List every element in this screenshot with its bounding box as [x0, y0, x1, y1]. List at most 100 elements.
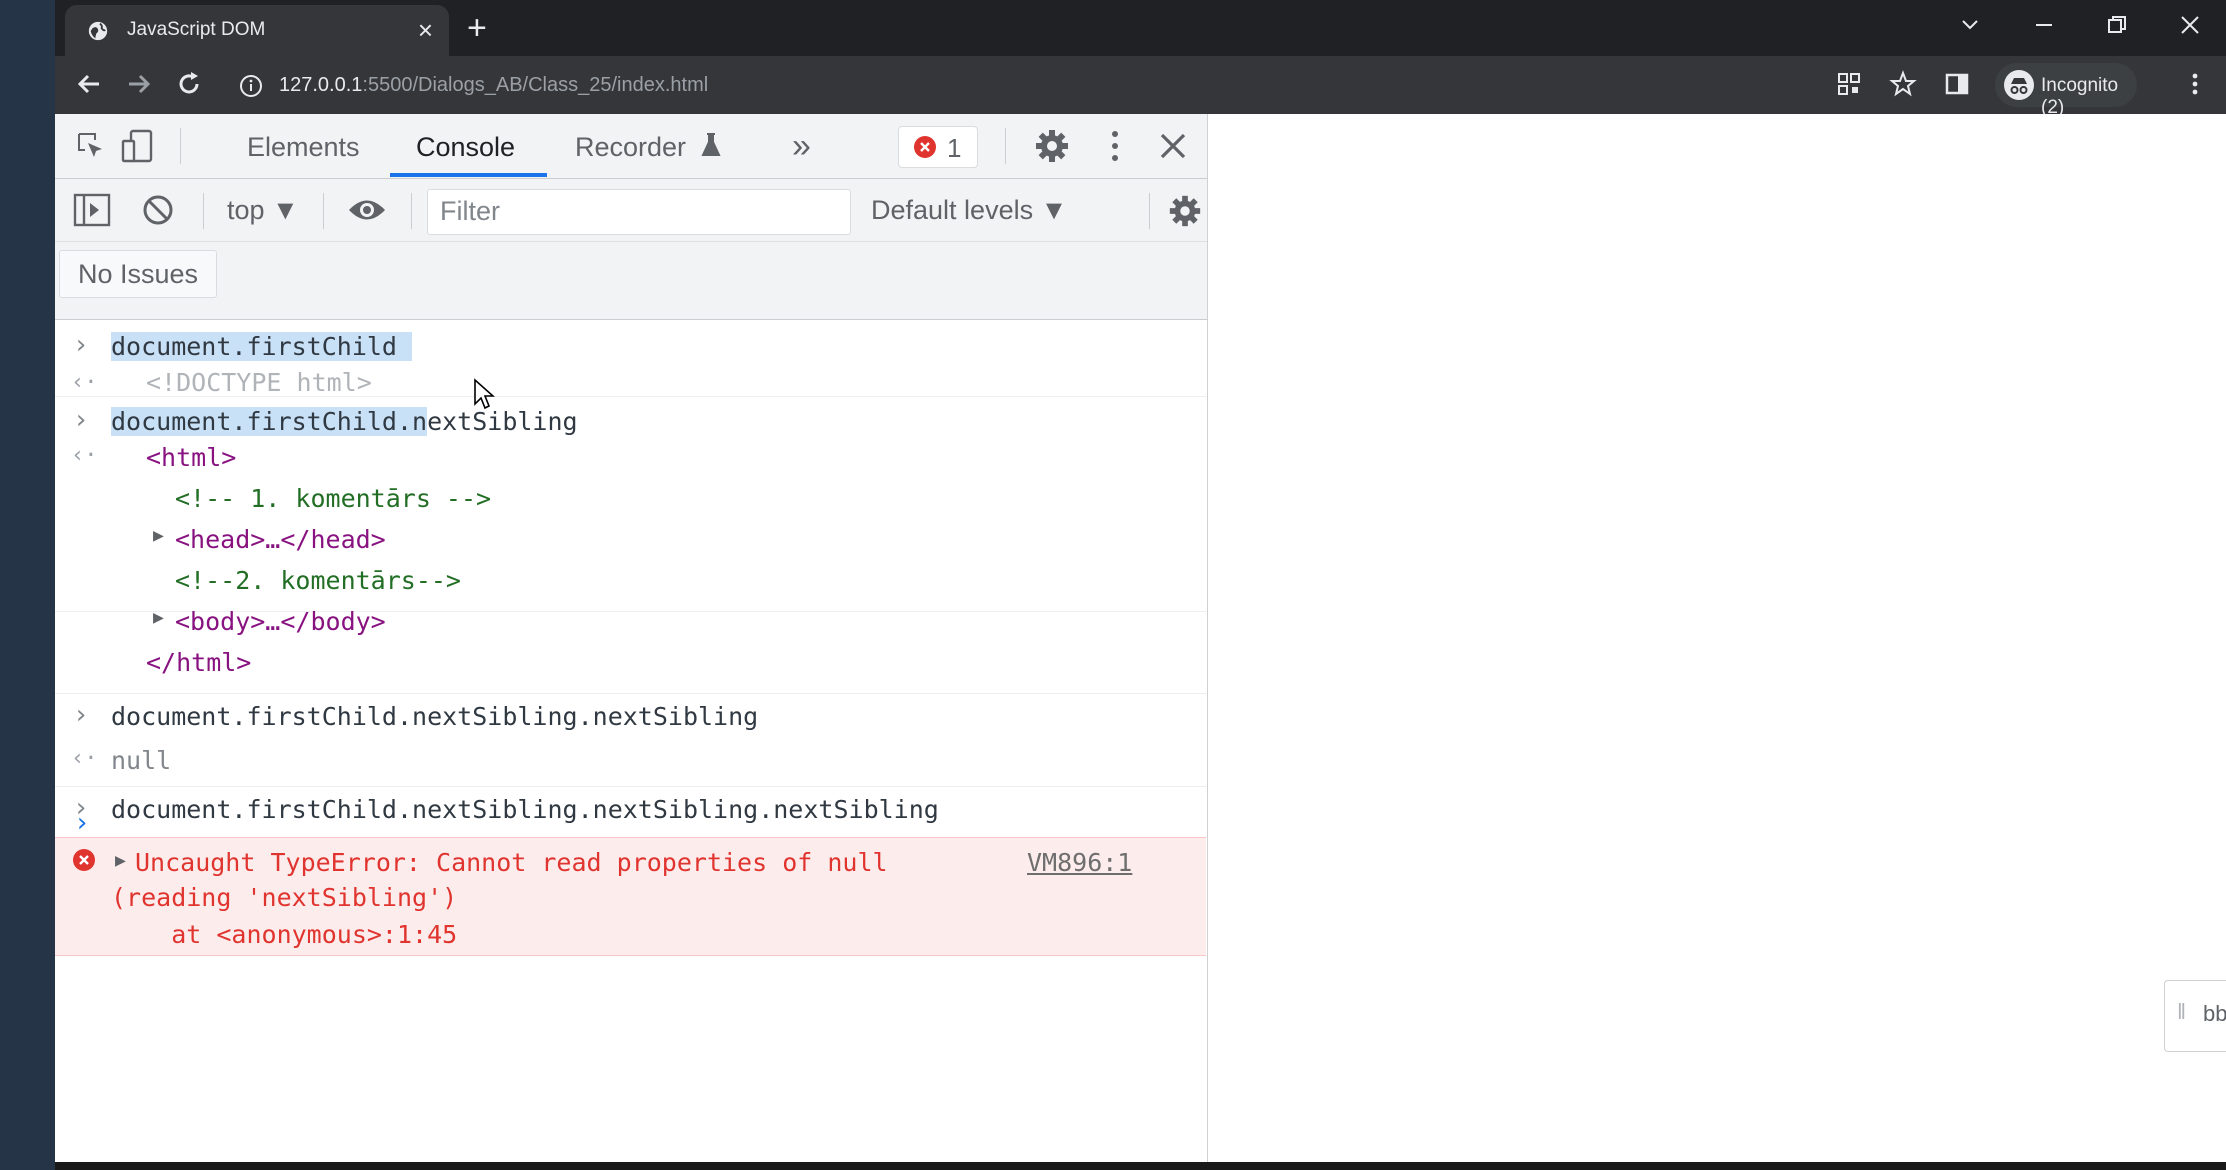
flask-icon	[701, 133, 721, 156]
console-entry-continued: ▶ <body>…</body> </html>	[55, 607, 1206, 694]
browser-window: JavaScript DOM × + 127.0.0.1:5500/Dialog…	[55, 0, 2226, 1170]
settings-gear-icon[interactable]	[1033, 127, 1071, 165]
context-label: top	[227, 195, 265, 225]
active-tab-indicator	[390, 173, 547, 177]
context-selector[interactable]: top ▼	[227, 195, 299, 226]
selected-text: document.firstChild	[111, 332, 397, 361]
error-message: ▶ Uncaught TypeError: Cannot read proper…	[55, 837, 1206, 956]
incognito-badge[interactable]: Incognito (2)	[1995, 63, 2137, 118]
expand-triangle-icon[interactable]: ▶	[115, 850, 126, 871]
tab-title: JavaScript DOM	[127, 19, 266, 40]
tab-strip: JavaScript DOM × +	[55, 0, 2226, 56]
url-text[interactable]: 127.0.0.1:5500/Dialogs_AB/Class_25/index…	[279, 74, 708, 97]
profile-label: Incognito (2)	[2041, 75, 2119, 118]
console-output-value[interactable]: <!DOCTYPE html>	[146, 368, 372, 397]
expand-triangle-icon[interactable]: ▶	[153, 607, 164, 628]
console-input[interactable]: document.firstChild.nextSibling	[111, 407, 578, 436]
html-open-tag[interactable]: <html>	[146, 443, 236, 472]
output-arrow-icon: ‹·	[71, 746, 98, 771]
bookmark-star-icon[interactable]	[1887, 68, 1919, 100]
console-output: › document.firstChild ‹· <!DOCTYPE html>…	[55, 320, 1207, 1162]
html-close-tag[interactable]: </html>	[146, 648, 251, 677]
globe-icon	[88, 21, 108, 41]
output-arrow-icon: ‹·	[71, 443, 98, 468]
url-host: 127.0.0.1	[279, 74, 363, 96]
close-devtools-icon[interactable]	[1157, 130, 1189, 162]
side-widget-label: bb	[2203, 1001, 2226, 1026]
error-line-1: Uncaught TypeError: Cannot read properti…	[135, 848, 888, 877]
separator	[180, 128, 181, 164]
side-panel-icon[interactable]	[1941, 68, 1973, 100]
forward-arrow-icon[interactable]	[123, 68, 155, 100]
console-toolbar: top ▼ Default levels ▼	[55, 179, 1207, 242]
no-issues-button[interactable]: No Issues	[59, 250, 218, 298]
console-prompt-chevron-icon[interactable]: ›	[74, 808, 90, 838]
sidebar-toggle-icon[interactable]	[73, 193, 111, 227]
desktop-left-strip	[0, 0, 55, 1170]
devtools-tab-bar: Elements Console Recorder » 1	[55, 114, 1207, 179]
live-expression-eye-icon[interactable]	[347, 197, 387, 223]
body-node[interactable]: <body>…</body>	[175, 607, 386, 636]
browser-menu-icon[interactable]	[2179, 68, 2211, 100]
console-entry: › document.firstChild.nextSibling.nextSi…	[55, 787, 1206, 838]
error-icon	[73, 849, 95, 871]
tab-recorder[interactable]: Recorder	[575, 132, 686, 163]
side-widget[interactable]: ‖ bb	[2164, 980, 2226, 1052]
error-line-2: (reading 'nextSibling')	[111, 883, 458, 912]
error-count: 1	[947, 133, 962, 163]
console-input[interactable]: document.firstChild.nextSibling.nextSibl…	[111, 702, 758, 731]
expand-triangle-icon[interactable]: ▶	[153, 525, 164, 546]
close-window-icon[interactable]	[2179, 14, 2201, 36]
qr-code-icon[interactable]	[1833, 68, 1865, 100]
head-node[interactable]: <head>…</head>	[175, 525, 386, 554]
minimize-icon[interactable]	[2033, 14, 2055, 36]
inspect-element-icon[interactable]	[75, 130, 107, 162]
more-tabs-icon[interactable]: »	[792, 127, 811, 166]
grip-handle-icon[interactable]: ‖	[2177, 999, 2186, 1025]
back-arrow-icon[interactable]	[73, 68, 105, 100]
issues-bar: No Issues	[55, 242, 1207, 320]
console-input[interactable]: document.firstChild	[111, 332, 413, 361]
tab-elements[interactable]: Elements	[247, 132, 360, 163]
input-chevron-icon: ›	[73, 330, 89, 360]
selected-text: document.firstChild.n	[111, 407, 428, 436]
address-bar[interactable]: 127.0.0.1:5500/Dialogs_AB/Class_25/index…	[227, 63, 1827, 107]
html-comment-2[interactable]: <!--2. komentārs-->	[175, 566, 461, 595]
separator	[1149, 193, 1150, 229]
taskbar-edge	[55, 1162, 2226, 1170]
console-input[interactable]: document.firstChild.nextSibling.nextSibl…	[111, 795, 939, 824]
output-arrow-icon: ‹·	[71, 370, 98, 395]
separator	[323, 193, 324, 229]
url-path: :5500/Dialogs_AB/Class_25/index.html	[362, 74, 709, 96]
html-comment-1[interactable]: <!-- 1. komentārs -->	[175, 484, 491, 513]
clear-console-icon[interactable]	[141, 193, 175, 227]
browser-tab[interactable]: JavaScript DOM ×	[65, 5, 449, 56]
console-entry: › document.firstChild ‹· <!DOCTYPE html>	[55, 320, 1206, 410]
separator	[203, 193, 204, 229]
log-levels-dropdown[interactable]: Default levels ▼	[871, 195, 1067, 226]
tab-search-icon[interactable]	[1959, 14, 1981, 36]
page-viewport: Elements Console Recorder » 1 top ▼ Filt…	[55, 114, 2226, 1162]
device-toolbar-icon[interactable]	[121, 128, 155, 164]
console-settings-gear-icon[interactable]	[1167, 193, 1203, 229]
browser-toolbar: 127.0.0.1:5500/Dialogs_AB/Class_25/index…	[55, 56, 2226, 118]
filter-input[interactable]	[438, 190, 842, 232]
tab-console[interactable]: Console	[416, 132, 515, 163]
tab-close-icon[interactable]: ×	[418, 15, 433, 45]
incognito-icon	[2004, 70, 2034, 100]
error-stack-line: at <anonymous>:1:45	[111, 920, 458, 949]
separator	[411, 193, 412, 229]
filter-field[interactable]	[427, 189, 851, 235]
console-entry: › document.firstChild.nextSibling.nextSi…	[55, 694, 1206, 787]
restore-icon[interactable]	[2106, 14, 2128, 36]
console-entry: › document.firstChild.nextSibling ‹· <ht…	[55, 397, 1206, 612]
info-icon[interactable]	[239, 74, 263, 98]
input-chevron-icon: ›	[73, 700, 89, 730]
error-source-link[interactable]: VM896:1	[1027, 848, 1132, 877]
new-tab-button[interactable]: +	[467, 10, 487, 46]
reload-icon[interactable]	[173, 68, 205, 100]
customize-menu-icon[interactable]	[1107, 128, 1123, 164]
null-output[interactable]: null	[111, 746, 171, 775]
error-count-badge[interactable]: 1	[898, 126, 978, 168]
devtools-panel: Elements Console Recorder » 1 top ▼ Filt…	[55, 114, 1208, 1162]
